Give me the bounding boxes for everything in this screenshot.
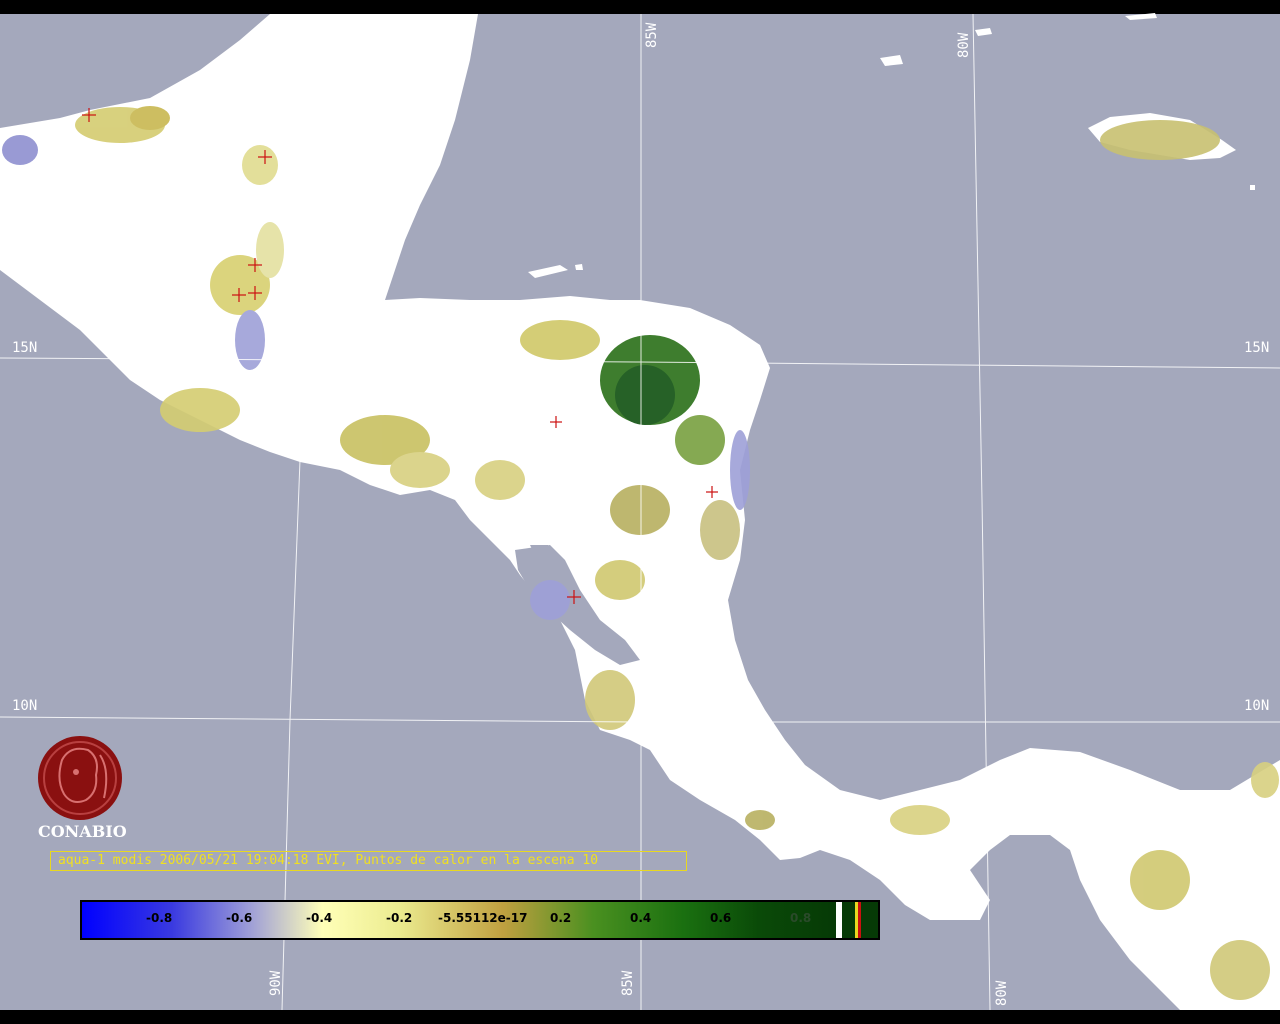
lat-label-10n-right: 10N (1244, 698, 1270, 714)
lat-label-15n-right: 15N (1244, 340, 1270, 356)
top-frame (0, 0, 1280, 14)
colorbar-tick: -0.2 (386, 911, 413, 925)
bottom-frame (0, 1010, 1280, 1024)
lon-label-85w-top: 85W (644, 22, 660, 48)
lat-label-10n-left: 10N (12, 698, 38, 714)
caption: aqua-1 modis 2006/05/21 19:04:18 EVI, Pu… (50, 851, 687, 871)
lon-label-80w-bottom: 80W (994, 980, 1010, 1006)
lon-label-90w-bottom: 90W (268, 970, 284, 996)
colorbar-tick: -0.4 (306, 911, 333, 925)
map-view: 15N 15N 10N 10N 85W 80W 90W 85W 80W CONA… (0, 0, 1280, 1024)
logo-text: CONABIO (38, 822, 127, 841)
conabio-logo-icon (38, 736, 122, 820)
colorbar-tick: 0.6 (710, 911, 732, 925)
lon-label-80w-top: 80W (956, 32, 972, 58)
colorbar-tick: -0.6 (226, 911, 253, 925)
colorbar-tick: 0.4 (630, 911, 652, 925)
colorbar-tick: 0.8 (790, 911, 812, 925)
colorbar-tick: -0.8 (146, 911, 173, 925)
colorbar-tick: -5.55112e-17 (438, 911, 528, 925)
lat-label-15n-left: 15N (12, 340, 38, 356)
lon-label-85w-bottom: 85W (620, 970, 636, 996)
colorbar-tick: 0.2 (550, 911, 572, 925)
